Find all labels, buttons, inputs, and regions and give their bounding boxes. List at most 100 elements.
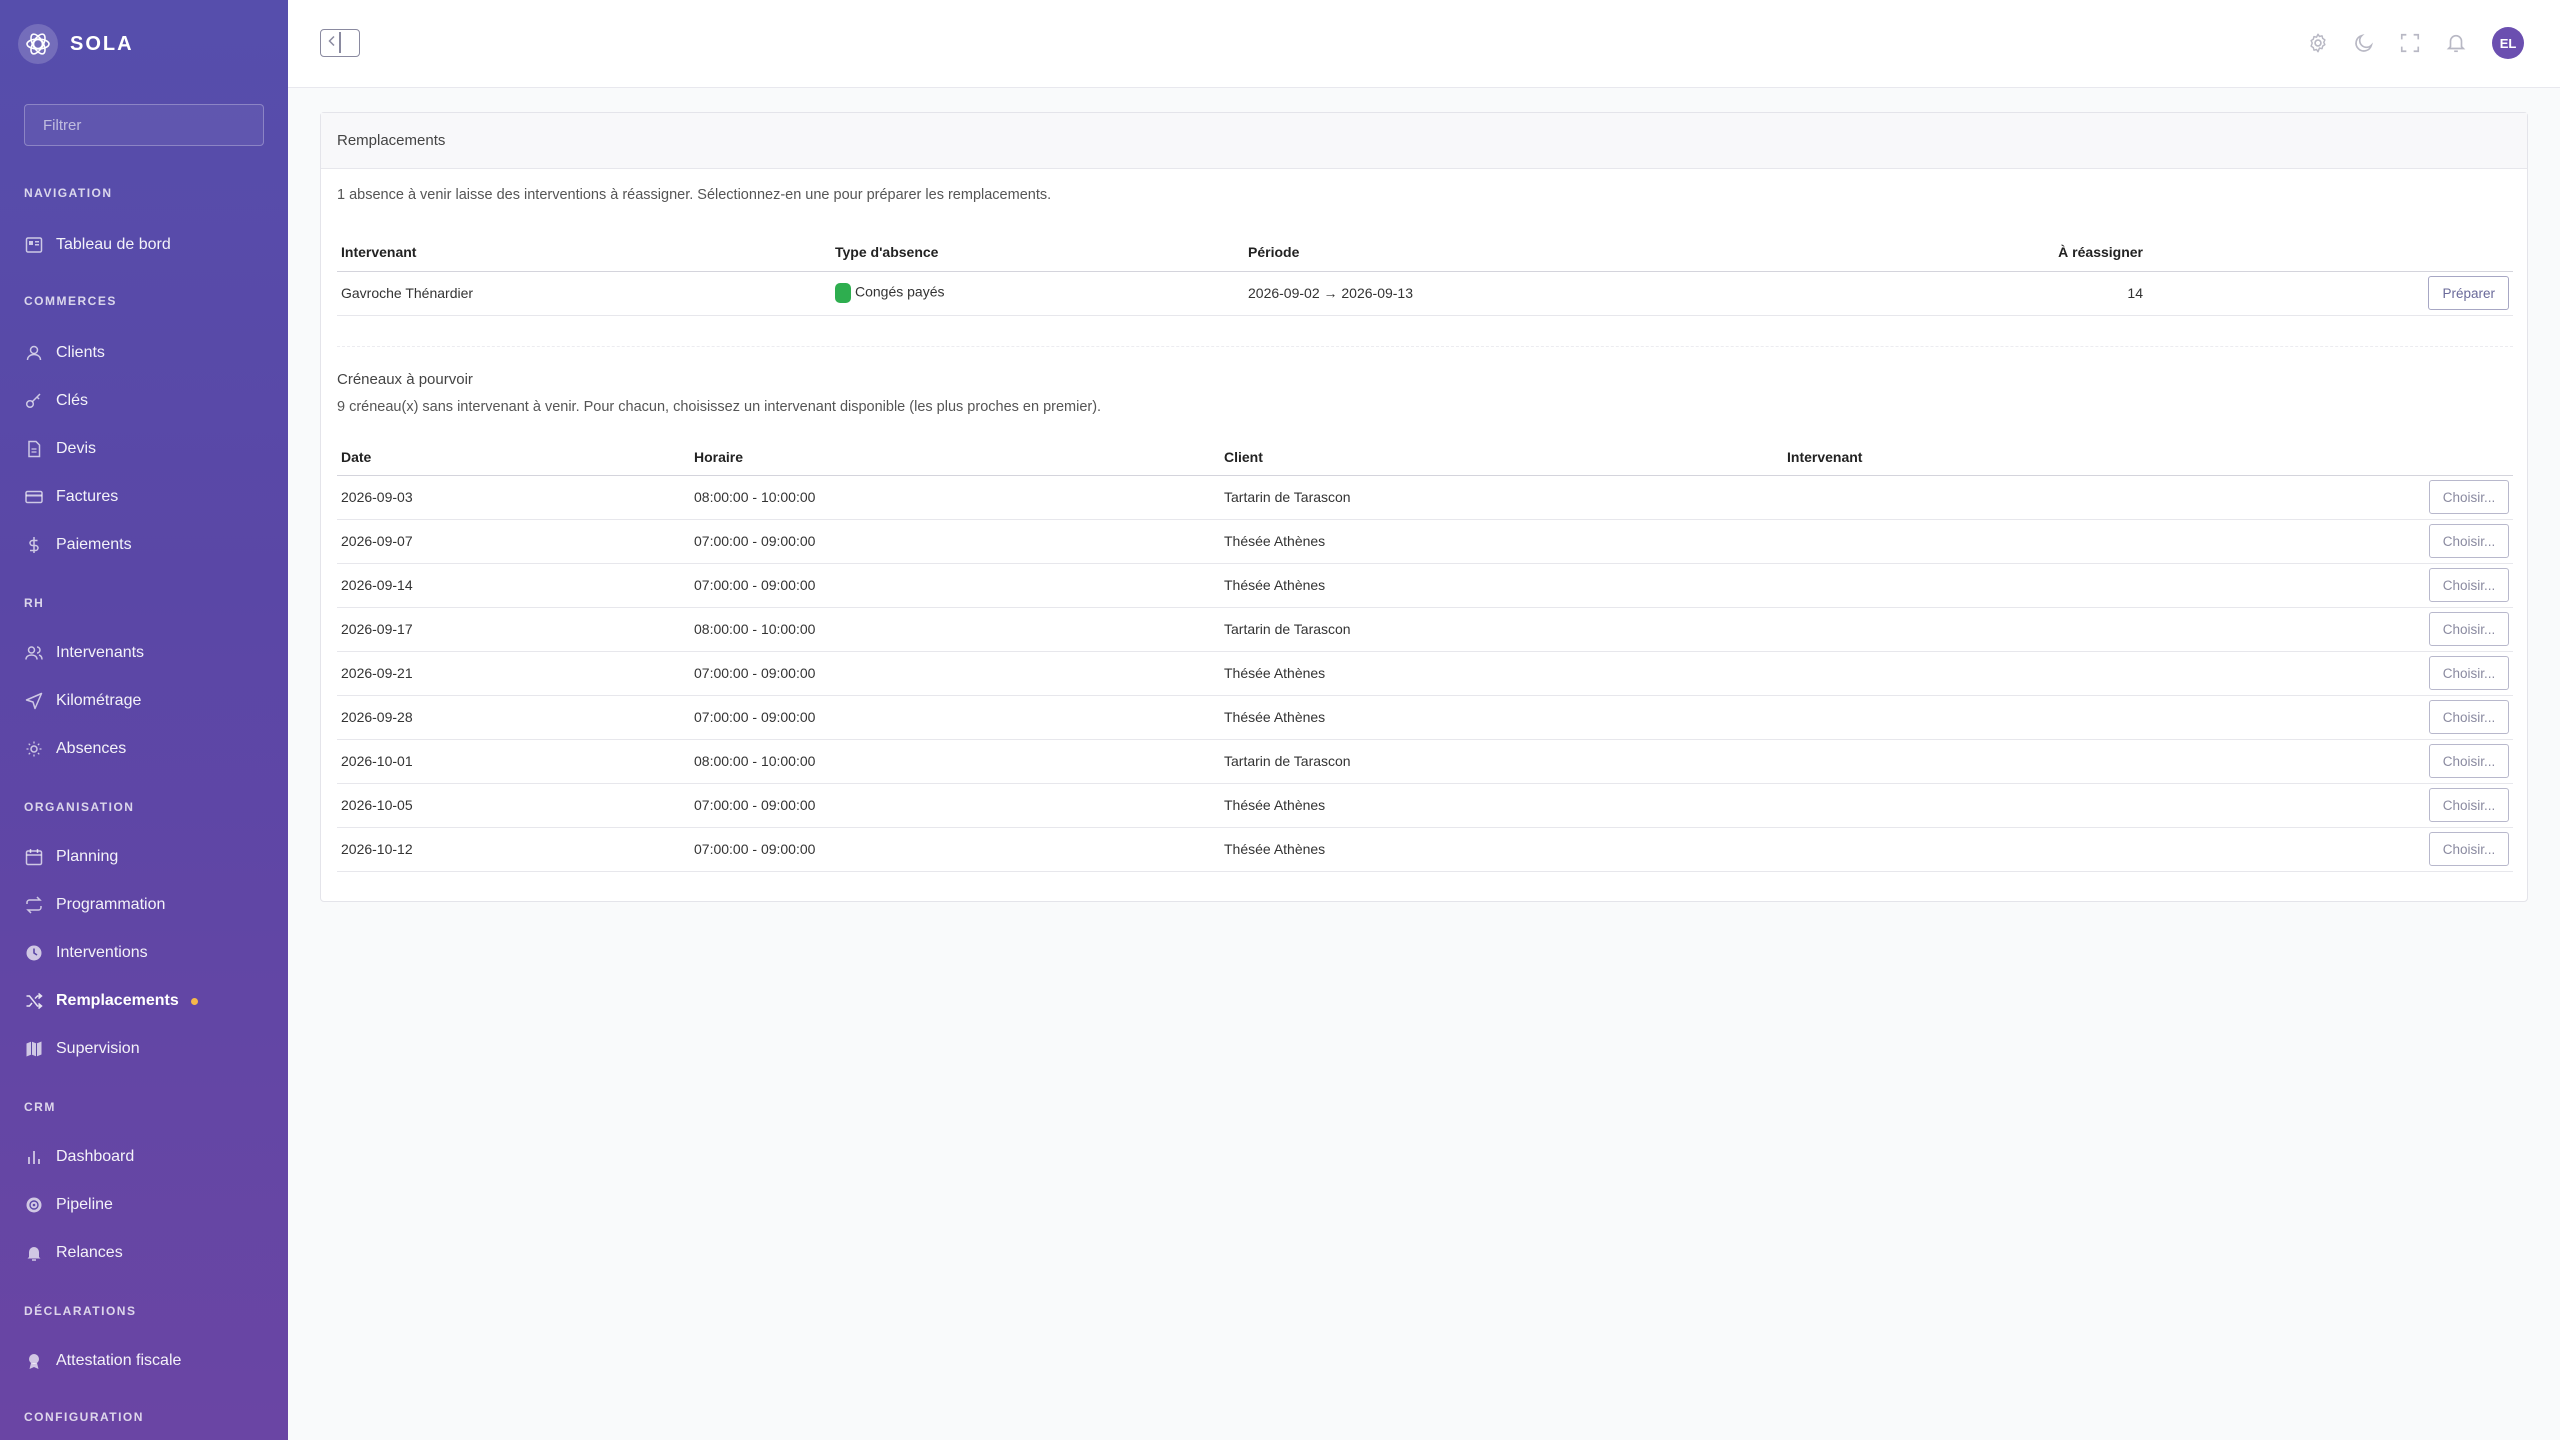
horaire-cell: 08:00:00 - 10:00:00 bbox=[694, 489, 816, 505]
brand-name: SOLA bbox=[70, 32, 134, 55]
fullscreen-icon[interactable] bbox=[2394, 27, 2426, 59]
sidebar-item-supervision[interactable]: Supervision bbox=[24, 1034, 140, 1064]
sidebar-item-cles[interactable]: Clés bbox=[24, 386, 88, 416]
sidebar-item-label: Remplacements bbox=[56, 992, 179, 1009]
sidebar-item-intervenants[interactable]: Intervenants bbox=[24, 638, 144, 668]
moon-icon[interactable] bbox=[2348, 27, 2380, 59]
sidebar-item-attestation-fiscale[interactable]: Attestation fiscale bbox=[24, 1346, 181, 1376]
choisir-button[interactable]: Choisir... bbox=[2429, 788, 2509, 822]
user-avatar[interactable]: EL bbox=[2492, 27, 2524, 59]
sidebar-item-planning[interactable]: Planning bbox=[24, 842, 118, 872]
sidebar-item-absences[interactable]: Absences bbox=[24, 734, 126, 764]
intervenant-cell: Gavroche Thénardier bbox=[341, 285, 474, 301]
navigation-arrow-icon bbox=[24, 691, 44, 711]
section-label-configuration: CONFIGURATION bbox=[24, 1410, 144, 1424]
sidebar-item-tableau-de-bord[interactable]: Tableau de bord bbox=[24, 230, 171, 260]
reassigner-count-cell: 14 bbox=[2127, 285, 2143, 301]
preparer-button[interactable]: Préparer bbox=[2428, 276, 2509, 310]
client-cell: Thésée Athènes bbox=[1224, 709, 1326, 725]
client-cell: Thésée Athènes bbox=[1224, 533, 1326, 549]
target-icon bbox=[24, 1195, 44, 1215]
table-row[interactable]: 2026-09-03 08:00:00 - 10:00:00 Tartarin de… bbox=[337, 475, 2513, 519]
sidebar-item-kilometrage[interactable]: Kilométrage bbox=[24, 686, 141, 716]
sidebar-item-label: Relances bbox=[56, 1244, 123, 1261]
choisir-button[interactable]: Choisir... bbox=[2429, 612, 2509, 646]
column-header: Type d'absence bbox=[835, 243, 939, 260]
sidebar-item-label: Clients bbox=[56, 344, 105, 361]
sidebar-item-devis[interactable]: Devis bbox=[24, 434, 96, 464]
horaire-cell: 07:00:00 - 09:00:00 bbox=[694, 577, 816, 593]
sidebar-item-dashboard[interactable]: Dashboard bbox=[24, 1142, 134, 1172]
table-row[interactable]: 2026-09-28 07:00:00 - 09:00:00 Thésée Athè… bbox=[337, 695, 2513, 739]
sidebar-item-label: Paiements bbox=[56, 536, 132, 553]
choisir-button[interactable]: Choisir... bbox=[2429, 480, 2509, 514]
choisir-button[interactable]: Choisir... bbox=[2429, 700, 2509, 734]
key-icon bbox=[24, 391, 44, 411]
table-row[interactable]: 2026-09-07 07:00:00 - 09:00:00 Thésée Athè… bbox=[337, 519, 2513, 563]
sidebar-item-label: Absences bbox=[56, 740, 127, 757]
client-cell: Tartarin de Tarascon bbox=[1224, 489, 1351, 505]
notification-bell-icon[interactable] bbox=[2440, 27, 2472, 59]
horaire-cell: 07:00:00 - 09:00:00 bbox=[694, 841, 816, 857]
repeat-icon bbox=[24, 895, 44, 915]
intervenant-cell bbox=[1783, 827, 2343, 871]
date-cell: 2026-10-05 bbox=[341, 797, 413, 813]
table-row[interactable]: 2026-09-14 07:00:00 - 09:00:00 Thésée Athè… bbox=[337, 563, 2513, 607]
intro-text: 1 absence à venir laisse des interventio… bbox=[337, 187, 1052, 203]
client-cell: Thésée Athènes bbox=[1224, 841, 1326, 857]
column-header: Horaire bbox=[694, 448, 744, 465]
column-header: Client bbox=[1224, 448, 1263, 465]
settings-gear-icon[interactable] bbox=[2302, 27, 2334, 59]
intervenant-cell bbox=[1783, 783, 2343, 827]
sidebar-item-interventions[interactable]: Interventions bbox=[24, 938, 148, 968]
active-indicator-dot bbox=[190, 997, 198, 1005]
table-row[interactable]: 2026-09-21 07:00:00 - 09:00:00 Thésée Athè… bbox=[337, 651, 2513, 695]
column-header: Date bbox=[341, 448, 372, 465]
absences-table: Intervenant Type d'absence Période À réa… bbox=[337, 233, 2513, 316]
sidebar-toggle-button[interactable] bbox=[320, 29, 360, 57]
section-label-organisation: ORGANISATION bbox=[24, 800, 135, 814]
sidebar-filter-input[interactable] bbox=[24, 104, 264, 146]
sidebar-item-label: Planning bbox=[56, 848, 119, 865]
sidebar-item-programmation[interactable]: Programmation bbox=[24, 890, 165, 920]
horaire-cell: 08:00:00 - 10:00:00 bbox=[694, 753, 816, 769]
sidebar-item-factures[interactable]: Factures bbox=[24, 482, 118, 512]
sidebar-item-label: Dashboard bbox=[56, 1148, 135, 1165]
choisir-button[interactable]: Choisir... bbox=[2429, 656, 2509, 690]
table-row[interactable]: Gavroche Thénardier Congés payés 2026-09… bbox=[337, 271, 2513, 315]
sidebar-item-label: Attestation fiscale bbox=[56, 1352, 182, 1369]
sidebar-item-clients[interactable]: Clients bbox=[24, 338, 105, 368]
table-row[interactable]: 2026-10-12 07:00:00 - 09:00:00 Thésée Athè… bbox=[337, 827, 2513, 871]
chevron-left-icon bbox=[327, 34, 337, 52]
sidebar-item-paiements[interactable]: Paiements bbox=[24, 530, 132, 560]
topbar-actions: EL bbox=[2288, 27, 2524, 59]
section-label-declarations: DÉCLARATIONS bbox=[24, 1304, 137, 1318]
sidebar-item-label: Clés bbox=[56, 392, 89, 409]
table-row[interactable]: 2026-10-01 08:00:00 - 10:00:00 Tartarin de… bbox=[337, 739, 2513, 783]
sidebar-item-pipeline[interactable]: Pipeline bbox=[24, 1190, 113, 1220]
sidebar-item-relances[interactable]: Relances bbox=[24, 1238, 123, 1268]
choisir-button[interactable]: Choisir... bbox=[2429, 524, 2509, 558]
sidebar-item-label: Pipeline bbox=[56, 1196, 113, 1213]
sidebar-item-label: Devis bbox=[56, 440, 97, 457]
sidebar-item-remplacements[interactable]: Remplacements bbox=[24, 986, 198, 1016]
bell-icon bbox=[24, 1243, 44, 1263]
client-cell: Tartarin de Tarascon bbox=[1224, 753, 1351, 769]
table-row[interactable]: 2026-09-17 08:00:00 - 10:00:00 Tartarin de… bbox=[337, 607, 2513, 651]
card-title: Remplacements bbox=[321, 113, 2527, 169]
intervenant-cell bbox=[1783, 563, 2343, 607]
sidebar-item-label: Kilométrage bbox=[56, 692, 142, 709]
brand[interactable]: SOLA bbox=[18, 24, 134, 64]
sola-logo-icon bbox=[18, 24, 58, 64]
client-cell: Thésée Athènes bbox=[1224, 797, 1326, 813]
choisir-button[interactable]: Choisir... bbox=[2429, 744, 2509, 778]
choisir-button[interactable]: Choisir... bbox=[2429, 568, 2509, 602]
client-cell: Tartarin de Tarascon bbox=[1224, 621, 1351, 637]
choisir-button[interactable]: Choisir... bbox=[2429, 832, 2509, 866]
table-row[interactable]: 2026-10-05 07:00:00 - 09:00:00 Thésée Athè… bbox=[337, 783, 2513, 827]
sun-icon bbox=[24, 739, 44, 759]
column-header: À réassigner bbox=[2058, 243, 2143, 260]
topbar: EL bbox=[288, 0, 2560, 88]
intervenant-cell bbox=[1783, 519, 2343, 563]
section-divider bbox=[337, 346, 2513, 347]
